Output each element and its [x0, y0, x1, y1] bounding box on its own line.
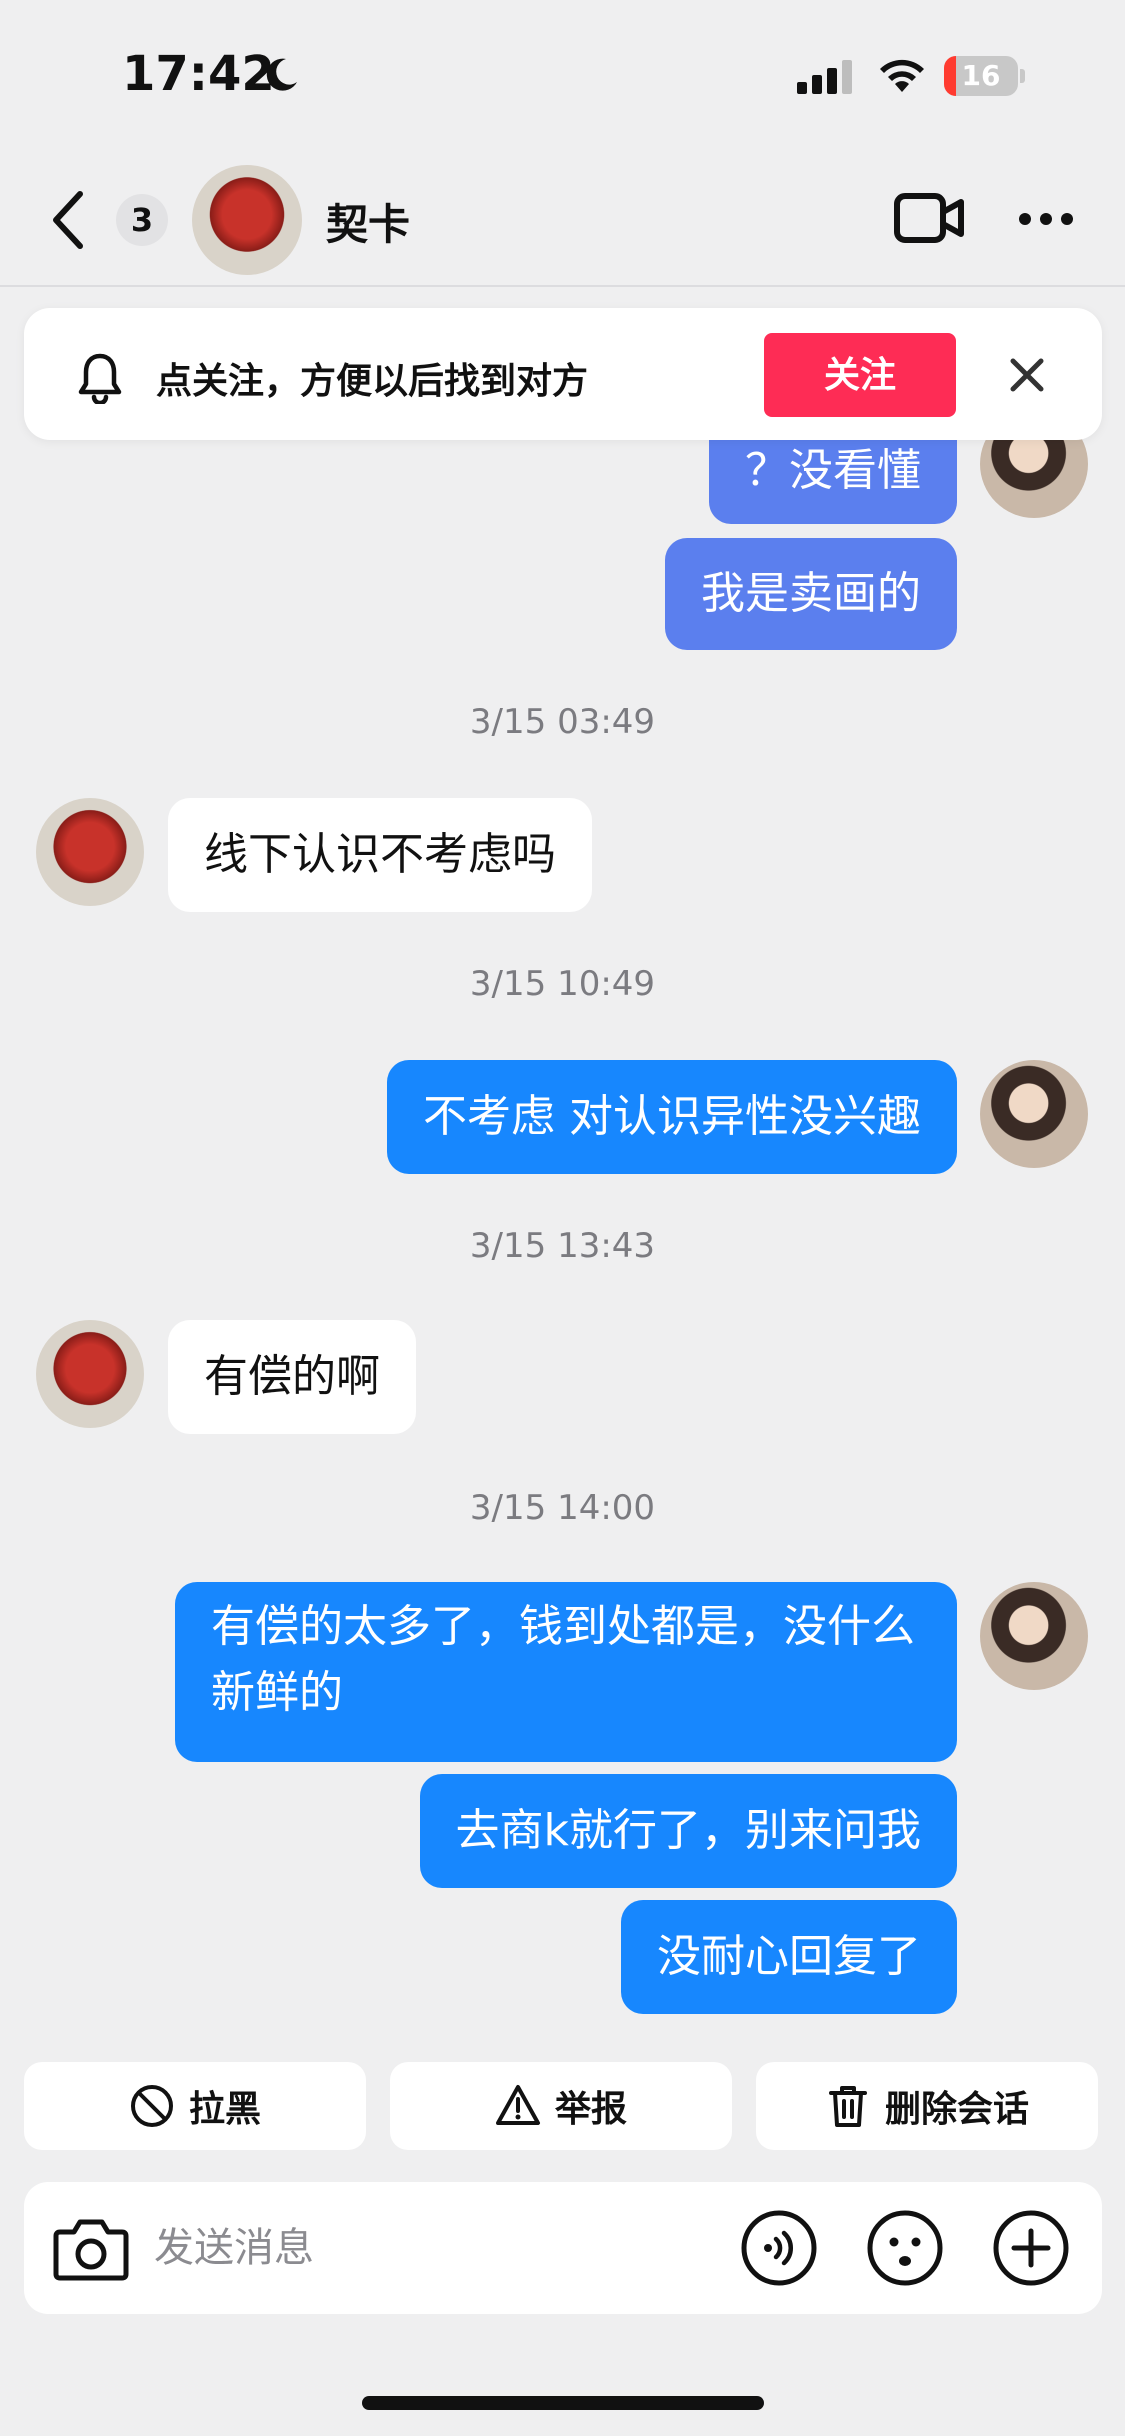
- message-timestamp: 3/15 14:00: [469, 1488, 656, 1528]
- message-bubble-sent[interactable]: 不考虑 对认识异性没兴趣: [387, 1060, 957, 1174]
- trash-icon: [828, 2086, 867, 2127]
- emoji-icon[interactable]: [866, 2209, 944, 2287]
- message-bubble-sent[interactable]: 我是卖画的: [665, 538, 957, 650]
- message-bubble-sent[interactable]: 没耐心回复了: [621, 1900, 957, 2014]
- message-bubble-received[interactable]: 有偿的啊: [168, 1320, 416, 1434]
- battery-indicator: 16: [944, 56, 1026, 96]
- close-icon[interactable]: [1008, 356, 1046, 394]
- warning-icon: [495, 2085, 540, 2125]
- follow-prompt-text: 点关注，方便以后找到对方: [156, 361, 589, 402]
- battery-level: 16: [961, 59, 1001, 92]
- message-bubble-sent[interactable]: 去商k就行了，别来问我: [419, 1774, 957, 1888]
- unread-count-badge[interactable]: 3: [116, 194, 168, 246]
- voice-icon[interactable]: [740, 2209, 818, 2287]
- status-time: 17:42: [122, 46, 275, 102]
- block-label: 拉黑: [188, 2089, 261, 2130]
- delete-conversation-button[interactable]: 删除会话: [756, 2062, 1098, 2150]
- moon-icon: [266, 58, 297, 91]
- report-button[interactable]: 举报: [390, 2062, 732, 2150]
- report-label: 举报: [554, 2089, 627, 2130]
- message-input-bar: [24, 2182, 1102, 2314]
- message-timestamp: 3/15 03:49: [469, 702, 656, 742]
- more-dots-icon[interactable]: [1018, 212, 1074, 226]
- follow-banner: 点关注，方便以后找到对方 关注: [24, 308, 1102, 440]
- my-avatar[interactable]: [980, 1582, 1088, 1690]
- block-button[interactable]: 拉黑: [24, 2062, 366, 2150]
- wifi-icon: [880, 59, 924, 92]
- message-input[interactable]: [154, 2212, 714, 2284]
- cellular-signal-icon: [797, 60, 852, 94]
- peer-avatar-small[interactable]: [36, 798, 144, 906]
- message-timestamp: 3/15 13:43: [469, 1226, 656, 1266]
- block-icon: [130, 2085, 173, 2127]
- home-indicator: [362, 2396, 764, 2410]
- chevron-left-icon[interactable]: [48, 190, 88, 250]
- delete-conversation-label: 删除会话: [884, 2089, 1029, 2130]
- camera-icon[interactable]: [52, 2210, 130, 2286]
- message-bubble-sent[interactable]: 有偿的太多了，钱到处都是，没什么新鲜的: [175, 1582, 957, 1762]
- follow-button[interactable]: 关注: [764, 333, 956, 417]
- plus-icon[interactable]: [992, 2209, 1070, 2287]
- peer-name[interactable]: 契卡: [326, 191, 410, 252]
- header-divider: [0, 285, 1125, 287]
- message-timestamp: 3/15 10:49: [469, 964, 656, 1004]
- bell-icon: [78, 353, 122, 404]
- peer-avatar-small[interactable]: [36, 1320, 144, 1428]
- peer-avatar[interactable]: [192, 165, 302, 275]
- my-avatar[interactable]: [980, 1060, 1088, 1168]
- video-call-icon[interactable]: [893, 190, 965, 246]
- message-bubble-received[interactable]: 线下认识不考虑吗: [168, 798, 592, 912]
